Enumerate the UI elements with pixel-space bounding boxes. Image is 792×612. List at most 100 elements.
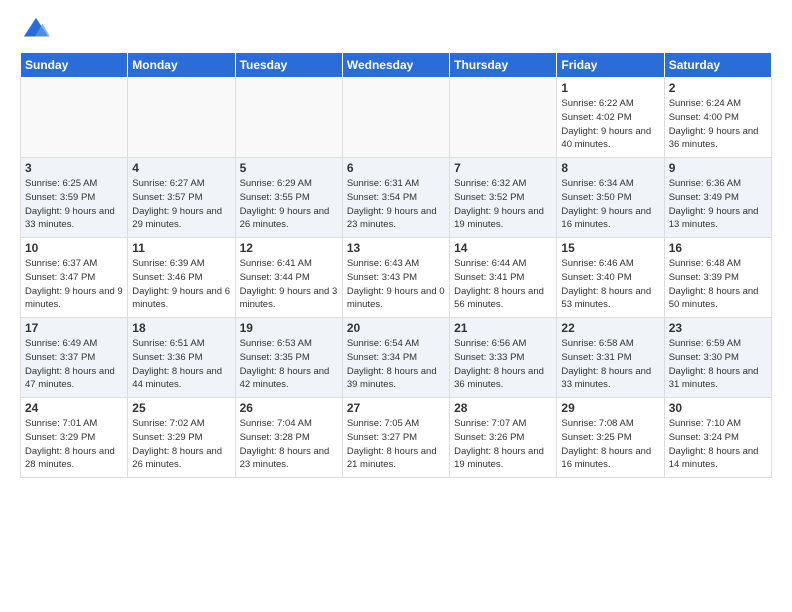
day-cell: 29Sunrise: 7:08 AM Sunset: 3:25 PM Dayli… xyxy=(557,398,664,478)
day-number: 22 xyxy=(561,321,659,335)
day-number: 4 xyxy=(132,161,230,175)
day-cell: 6 Sunrise: 6:31 AM Sunset: 3:54 PM Daylig… xyxy=(342,158,449,238)
weekday-header-friday: Friday xyxy=(557,53,664,78)
day-cell: 16 Sunrise: 6:48 AM Sunset: 3:39 PM Dayli… xyxy=(664,238,771,318)
logo xyxy=(20,16,50,40)
day-cell: 25 Sunrise: 7:02 AM Sunset: 3:29 PM Dayli… xyxy=(128,398,235,478)
day-number: 5 xyxy=(240,161,338,175)
calendar-table: SundayMondayTuesdayWednesdayThursdayFrid… xyxy=(20,52,772,478)
day-cell: 13Sunrise: 6:43 AM Sunset: 3:43 PM Dayli… xyxy=(342,238,449,318)
day-cell: 10Sunrise: 6:37 AM Sunset: 3:47 PM Dayli… xyxy=(21,238,128,318)
day-info: Sunrise: 6:54 AM Sunset: 3:34 PM Dayligh… xyxy=(347,337,445,392)
weekday-header-monday: Monday xyxy=(128,53,235,78)
day-info: Sunrise: 7:02 AM Sunset: 3:29 PM Dayligh… xyxy=(132,417,230,472)
day-cell: 20 Sunrise: 6:54 AM Sunset: 3:34 PM Dayli… xyxy=(342,318,449,398)
day-info: Sunrise: 6:59 AM Sunset: 3:30 PM Dayligh… xyxy=(669,337,767,392)
day-info: Sunrise: 6:36 AM Sunset: 3:49 PM Dayligh… xyxy=(669,177,767,232)
logo-icon xyxy=(22,16,50,44)
day-cell: 14 Sunrise: 6:44 AM Sunset: 3:41 PM Dayli… xyxy=(450,238,557,318)
day-info: Sunrise: 6:53 AM Sunset: 3:35 PM Dayligh… xyxy=(240,337,338,392)
day-number: 20 xyxy=(347,321,445,335)
day-info: Sunrise: 6:31 AM Sunset: 3:54 PM Dayligh… xyxy=(347,177,445,232)
weekday-header-sunday: Sunday xyxy=(21,53,128,78)
day-info: Sunrise: 6:48 AM Sunset: 3:39 PM Dayligh… xyxy=(669,257,767,312)
week-row-3: 10Sunrise: 6:37 AM Sunset: 3:47 PM Dayli… xyxy=(21,238,772,318)
day-number: 27 xyxy=(347,401,445,415)
day-cell: 30 Sunrise: 7:10 AM Sunset: 3:24 PM Dayli… xyxy=(664,398,771,478)
day-number: 11 xyxy=(132,241,230,255)
day-info: Sunrise: 6:24 AM Sunset: 4:00 PM Dayligh… xyxy=(669,97,767,152)
day-info: Sunrise: 7:10 AM Sunset: 3:24 PM Dayligh… xyxy=(669,417,767,472)
day-cell: 28 Sunrise: 7:07 AM Sunset: 3:26 PM Dayli… xyxy=(450,398,557,478)
day-number: 6 xyxy=(347,161,445,175)
week-row-1: 1Sunrise: 6:22 AM Sunset: 4:02 PM Daylig… xyxy=(21,78,772,158)
day-number: 1 xyxy=(561,81,659,95)
day-number: 2 xyxy=(669,81,767,95)
day-info: Sunrise: 6:46 AM Sunset: 3:40 PM Dayligh… xyxy=(561,257,659,312)
day-number: 18 xyxy=(132,321,230,335)
day-cell: 27 Sunrise: 7:05 AM Sunset: 3:27 PM Dayli… xyxy=(342,398,449,478)
day-info: Sunrise: 6:44 AM Sunset: 3:41 PM Dayligh… xyxy=(454,257,552,312)
day-number: 21 xyxy=(454,321,552,335)
day-cell: 9Sunrise: 6:36 AM Sunset: 3:49 PM Daylig… xyxy=(664,158,771,238)
day-cell xyxy=(235,78,342,158)
day-info: Sunrise: 6:58 AM Sunset: 3:31 PM Dayligh… xyxy=(561,337,659,392)
weekday-header-thursday: Thursday xyxy=(450,53,557,78)
day-cell: 7Sunrise: 6:32 AM Sunset: 3:52 PM Daylig… xyxy=(450,158,557,238)
day-cell: 15 Sunrise: 6:46 AM Sunset: 3:40 PM Dayli… xyxy=(557,238,664,318)
week-row-2: 3 Sunrise: 6:25 AM Sunset: 3:59 PM Daylig… xyxy=(21,158,772,238)
day-number: 16 xyxy=(669,241,767,255)
day-cell: 24 Sunrise: 7:01 AM Sunset: 3:29 PM Dayli… xyxy=(21,398,128,478)
day-info: Sunrise: 7:05 AM Sunset: 3:27 PM Dayligh… xyxy=(347,417,445,472)
day-cell xyxy=(450,78,557,158)
day-info: Sunrise: 6:49 AM Sunset: 3:37 PM Dayligh… xyxy=(25,337,123,392)
day-cell: 11 Sunrise: 6:39 AM Sunset: 3:46 PM Dayli… xyxy=(128,238,235,318)
day-info: Sunrise: 6:56 AM Sunset: 3:33 PM Dayligh… xyxy=(454,337,552,392)
day-cell: 1Sunrise: 6:22 AM Sunset: 4:02 PM Daylig… xyxy=(557,78,664,158)
day-cell: 3 Sunrise: 6:25 AM Sunset: 3:59 PM Daylig… xyxy=(21,158,128,238)
day-cell: 8 Sunrise: 6:34 AM Sunset: 3:50 PM Daylig… xyxy=(557,158,664,238)
header xyxy=(20,16,772,40)
day-info: Sunrise: 6:51 AM Sunset: 3:36 PM Dayligh… xyxy=(132,337,230,392)
day-number: 12 xyxy=(240,241,338,255)
day-cell: 2 Sunrise: 6:24 AM Sunset: 4:00 PM Daylig… xyxy=(664,78,771,158)
day-number: 26 xyxy=(240,401,338,415)
week-row-4: 17Sunrise: 6:49 AM Sunset: 3:37 PM Dayli… xyxy=(21,318,772,398)
day-number: 19 xyxy=(240,321,338,335)
day-info: Sunrise: 7:01 AM Sunset: 3:29 PM Dayligh… xyxy=(25,417,123,472)
day-info: Sunrise: 6:41 AM Sunset: 3:44 PM Dayligh… xyxy=(240,257,338,312)
day-cell xyxy=(128,78,235,158)
page: SundayMondayTuesdayWednesdayThursdayFrid… xyxy=(0,0,792,488)
day-cell: 23 Sunrise: 6:59 AM Sunset: 3:30 PM Dayli… xyxy=(664,318,771,398)
day-number: 24 xyxy=(25,401,123,415)
weekday-header-tuesday: Tuesday xyxy=(235,53,342,78)
day-cell: 4 Sunrise: 6:27 AM Sunset: 3:57 PM Daylig… xyxy=(128,158,235,238)
day-cell: 18 Sunrise: 6:51 AM Sunset: 3:36 PM Dayli… xyxy=(128,318,235,398)
day-info: Sunrise: 6:27 AM Sunset: 3:57 PM Dayligh… xyxy=(132,177,230,232)
day-info: Sunrise: 6:34 AM Sunset: 3:50 PM Dayligh… xyxy=(561,177,659,232)
day-cell: 17Sunrise: 6:49 AM Sunset: 3:37 PM Dayli… xyxy=(21,318,128,398)
day-number: 15 xyxy=(561,241,659,255)
day-number: 14 xyxy=(454,241,552,255)
weekday-header-wednesday: Wednesday xyxy=(342,53,449,78)
day-cell: 12 Sunrise: 6:41 AM Sunset: 3:44 PM Dayli… xyxy=(235,238,342,318)
week-row-5: 24 Sunrise: 7:01 AM Sunset: 3:29 PM Dayli… xyxy=(21,398,772,478)
day-number: 3 xyxy=(25,161,123,175)
day-number: 10 xyxy=(25,241,123,255)
day-info: Sunrise: 6:25 AM Sunset: 3:59 PM Dayligh… xyxy=(25,177,123,232)
day-cell: 5Sunrise: 6:29 AM Sunset: 3:55 PM Daylig… xyxy=(235,158,342,238)
day-number: 30 xyxy=(669,401,767,415)
day-number: 23 xyxy=(669,321,767,335)
day-cell: 26 Sunrise: 7:04 AM Sunset: 3:28 PM Dayli… xyxy=(235,398,342,478)
day-cell xyxy=(21,78,128,158)
day-cell xyxy=(342,78,449,158)
day-info: Sunrise: 6:39 AM Sunset: 3:46 PM Dayligh… xyxy=(132,257,230,312)
day-number: 28 xyxy=(454,401,552,415)
day-info: Sunrise: 7:04 AM Sunset: 3:28 PM Dayligh… xyxy=(240,417,338,472)
day-cell: 22 Sunrise: 6:58 AM Sunset: 3:31 PM Dayli… xyxy=(557,318,664,398)
day-info: Sunrise: 7:07 AM Sunset: 3:26 PM Dayligh… xyxy=(454,417,552,472)
day-number: 8 xyxy=(561,161,659,175)
day-number: 25 xyxy=(132,401,230,415)
day-cell: 19 Sunrise: 6:53 AM Sunset: 3:35 PM Dayli… xyxy=(235,318,342,398)
day-number: 13 xyxy=(347,241,445,255)
